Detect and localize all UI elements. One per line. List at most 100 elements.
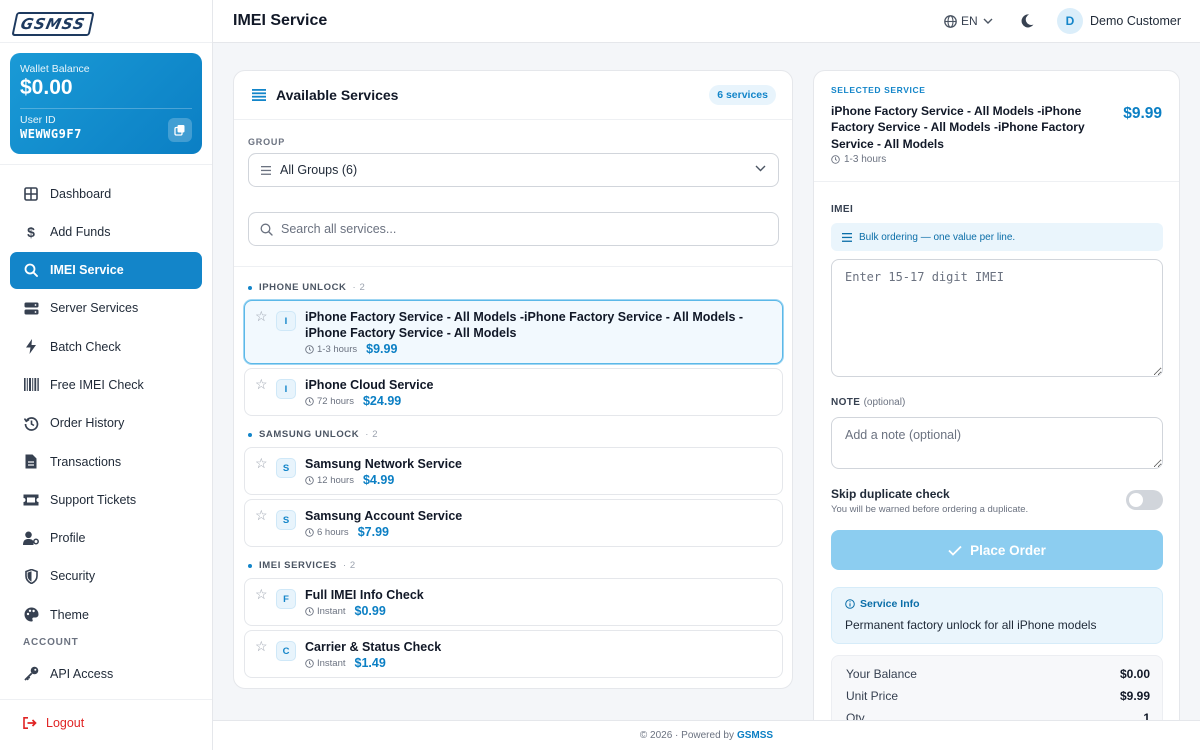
clock-icon (305, 475, 314, 485)
sidebar-item-imei-service[interactable]: IMEI Service (10, 251, 202, 289)
category-dot (248, 432, 252, 437)
service-info-title: Service Info (845, 598, 920, 610)
search-input[interactable] (281, 222, 761, 236)
globe-icon (944, 14, 957, 28)
sidebar-item-order-history[interactable]: Order History (10, 405, 202, 442)
sidebar-item-label: Server Services (50, 301, 139, 316)
service-price: $24.99 (362, 394, 402, 408)
selected-service-time: 1-3 hours (831, 154, 886, 165)
sidebar-item-transactions[interactable]: Transactions (10, 443, 202, 480)
logout-button[interactable]: Logout (23, 716, 84, 730)
star-icon[interactable]: ☆ (255, 587, 268, 601)
service-info-text: Permanent factory unlock for all iPhone … (845, 618, 1097, 632)
footer-text: © 2026 · Powered by (639, 730, 734, 741)
service-meta: Instant $0.99 (305, 604, 386, 618)
moon-icon (1021, 14, 1034, 28)
clock-icon (305, 344, 314, 354)
service-search[interactable] (248, 212, 779, 246)
sidebar-item-label: Order History (50, 416, 125, 431)
sidebar-item-support-tickets[interactable]: Support Tickets (10, 481, 202, 518)
page-title: IMEI Service (233, 12, 328, 29)
user-gear-icon (23, 530, 39, 546)
sidebar-item-theme[interactable]: Theme (10, 596, 202, 633)
service-badge: I (276, 311, 296, 331)
user-id: WEWWG9F7 (20, 127, 82, 141)
group-select[interactable]: All Groups (6) (248, 153, 779, 187)
list-icon (252, 89, 266, 101)
service-item[interactable]: ☆ I iPhone Cloud Service 72 hours $24.99 (244, 368, 783, 416)
services-header: Available Services 6 services (234, 71, 792, 120)
shield-icon (23, 568, 39, 584)
service-name: Carrier & Status Check (305, 640, 442, 654)
user-menu[interactable]: D Demo Customer (1057, 8, 1181, 34)
star-icon[interactable]: ☆ (255, 639, 268, 653)
bulk-hint-text: Bulk ordering — one value per line. (859, 231, 1016, 243)
sidebar: GSMSS Wallet Balance $0.00 User ID WEWWG… (0, 0, 213, 750)
toggle-knob (1129, 493, 1143, 507)
service-item[interactable]: ☆ C Carrier & Status Check Instant $1.49 (244, 630, 783, 678)
note-input[interactable] (831, 417, 1163, 469)
service-meta: 6 hours $7.99 (305, 525, 389, 539)
sidebar-item-api-access[interactable]: API Access (10, 655, 202, 692)
service-item[interactable]: ☆ S Samsung Account Service 6 hours $7.9… (244, 499, 783, 547)
skip-duplicate-toggle[interactable] (1126, 490, 1163, 510)
sidebar-item-label: IMEI Service (50, 263, 124, 278)
sidebar-item-add-funds[interactable]: $ Add Funds (10, 213, 202, 250)
service-item[interactable]: ☆ F Full IMEI Info Check Instant $0.99 (244, 578, 783, 626)
footer-brand-link[interactable]: GSMSS (737, 730, 773, 741)
category-header-samsung-unlock: SAMSUNG UNLOCK · 2 (248, 429, 378, 440)
summary-row-unit-price: Unit Price $9.99 (846, 689, 1150, 703)
service-time: 1-3 hours (305, 344, 357, 355)
sidebar-item-profile[interactable]: Profile (10, 520, 202, 557)
star-icon[interactable]: ☆ (255, 377, 268, 391)
service-name: iPhone Factory Service - All Models -iPh… (305, 310, 744, 340)
imei-label: IMEI (831, 204, 854, 215)
group-select-value: All Groups (6) (280, 163, 358, 177)
service-name: Samsung Account Service (305, 509, 463, 523)
brand-logo[interactable]: GSMSS (11, 12, 95, 36)
list-icon (261, 165, 271, 175)
summary-row-balance: Your Balance $0.00 (846, 667, 1150, 681)
sidebar-item-batch-check[interactable]: Batch Check (10, 328, 202, 365)
category-dot (248, 563, 252, 568)
sidebar-item-server-services[interactable]: Server Services (10, 290, 202, 327)
bulk-ordering-hint: Bulk ordering — one value per line. (831, 223, 1163, 251)
star-icon[interactable]: ☆ (255, 456, 268, 470)
category-name: IMEI SERVICES (259, 560, 337, 571)
sidebar-divider (0, 699, 212, 700)
sidebar-nav: Dashboard $ Add Funds IMEI Service Serve… (10, 175, 202, 694)
sidebar-item-free-imei-check[interactable]: Free IMEI Check (10, 366, 202, 403)
chevron-down-icon (755, 165, 766, 172)
category-header-imei-services: IMEI SERVICES · 2 (248, 560, 356, 571)
service-time: 72 hours (305, 396, 354, 407)
service-name: Full IMEI Info Check (305, 588, 424, 602)
search-icon (23, 262, 39, 278)
clock-icon (305, 606, 314, 616)
dark-mode-toggle[interactable] (1021, 14, 1034, 33)
sidebar-item-label: Transactions (50, 454, 122, 469)
star-icon[interactable]: ☆ (255, 309, 268, 323)
imei-input[interactable] (831, 259, 1163, 377)
user-id-label: User ID (20, 114, 56, 126)
copy-user-id-button[interactable] (168, 118, 192, 142)
server-icon (23, 300, 39, 316)
chevron-down-icon (983, 18, 993, 24)
service-item[interactable]: ☆ I iPhone Factory Service - All Models … (244, 300, 783, 364)
service-info-box: Service Info Permanent factory unlock fo… (831, 587, 1163, 644)
service-price: $1.49 (354, 656, 386, 670)
place-order-button[interactable]: Place Order (831, 530, 1163, 570)
service-badge: C (276, 641, 296, 661)
service-meta: 1-3 hours $9.99 (305, 342, 397, 356)
language-selector[interactable]: EN (944, 14, 997, 28)
sidebar-item-label: Profile (50, 531, 86, 546)
skip-duplicate-label: Skip duplicate check (831, 487, 950, 501)
bolt-icon (23, 339, 39, 355)
sidebar-item-security[interactable]: Security (10, 558, 202, 595)
star-icon[interactable]: ☆ (255, 508, 268, 522)
sidebar-item-label: API Access (50, 666, 114, 681)
service-item[interactable]: ☆ S Samsung Network Service 12 hours $4.… (244, 447, 783, 495)
dollar-icon: $ (27, 223, 35, 240)
sidebar-item-label: Dashboard (50, 186, 112, 201)
service-badge: S (276, 510, 296, 530)
sidebar-item-dashboard[interactable]: Dashboard (10, 175, 202, 212)
